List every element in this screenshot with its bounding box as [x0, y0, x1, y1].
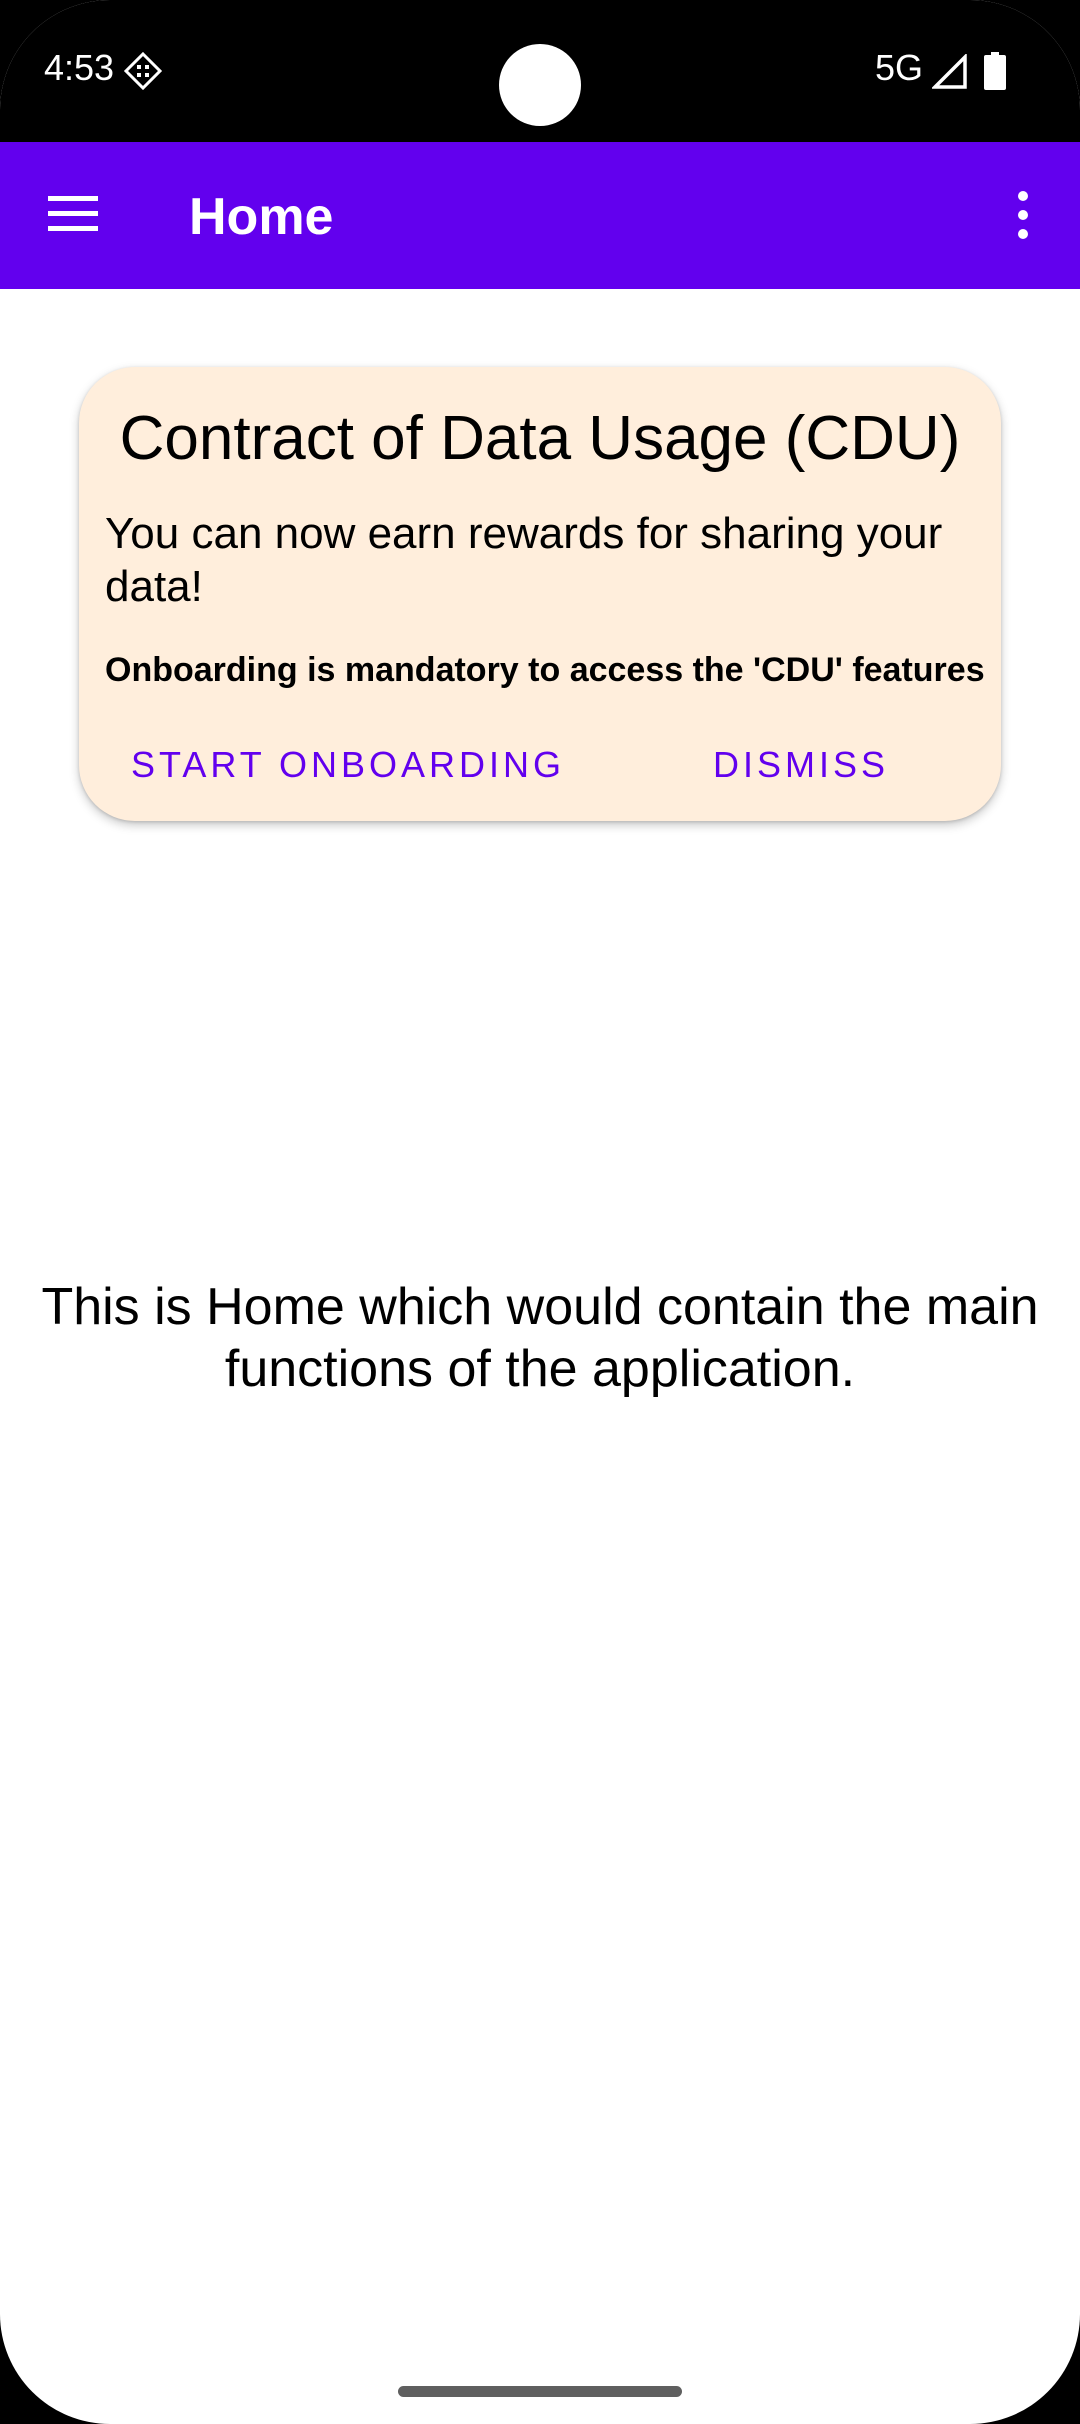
card-note: Onboarding is mandatory to access the 'C…: [105, 651, 985, 689]
diamond-notification-icon: [124, 52, 162, 90]
gesture-navigation-bar[interactable]: [398, 2386, 682, 2397]
network-type: 5G: [875, 47, 924, 88]
card-body-text: You can now earn rewards for sharing you…: [105, 509, 943, 611]
signal-icon: [932, 54, 967, 89]
status-time: 4:53: [44, 47, 115, 88]
cdu-card: Contract of Data Usage (CDU) You can now…: [79, 367, 1001, 821]
start-onboarding-button[interactable]: START ONBOARDING: [131, 729, 565, 801]
app-bar: Home: [0, 142, 1080, 289]
menu-icon[interactable]: [48, 194, 98, 234]
card-title: Contract of Data Usage (CDU): [119, 404, 961, 473]
device-screen: 4:53 5G Home Contract of Data Usage (CDU…: [0, 0, 1080, 2424]
home-description: This is Home which would contain the mai…: [41, 1278, 1039, 1398]
app-bar-title: Home: [189, 188, 334, 246]
camera-cutout: [499, 44, 581, 126]
status-bar: 4:53 5G: [0, 0, 1080, 142]
battery-icon: [984, 52, 1006, 90]
dismiss-button[interactable]: DISMISS: [713, 729, 889, 801]
overflow-menu-icon[interactable]: [1008, 190, 1038, 240]
